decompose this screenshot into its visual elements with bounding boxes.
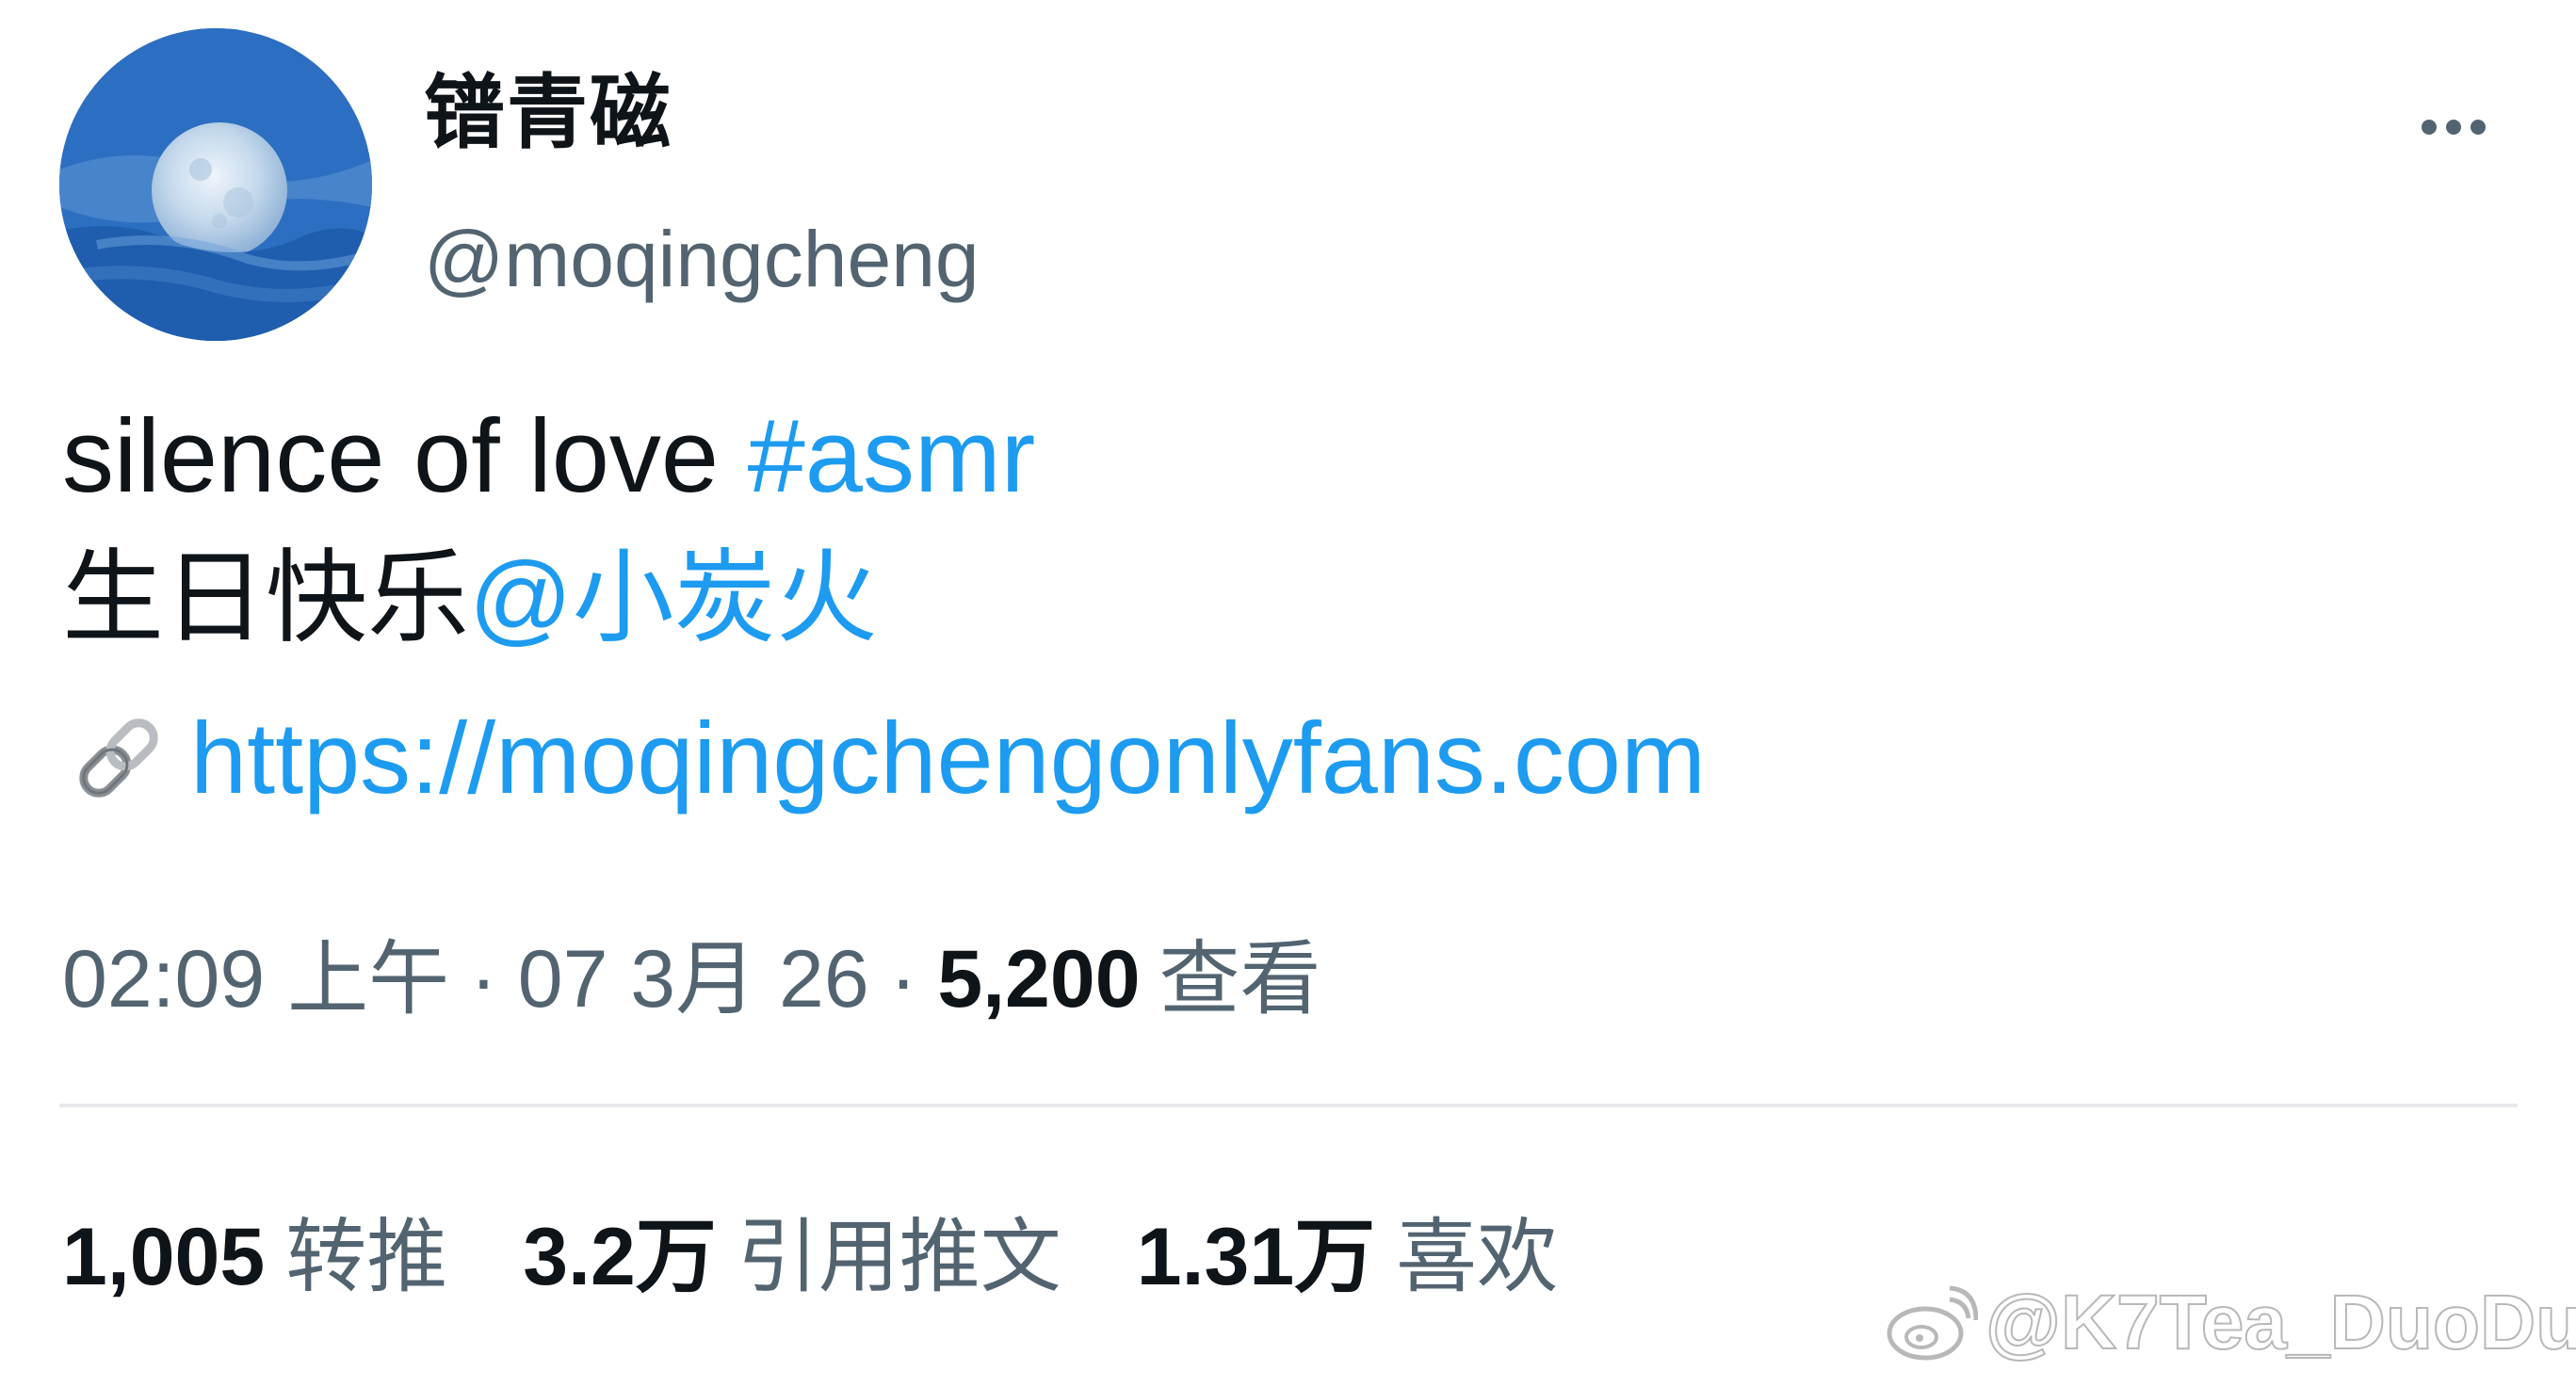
weibo-logo-icon [1887,1285,1978,1361]
quotes-label: 引用推文 [737,1212,1061,1302]
retweets-stat[interactable]: 1,005 转推 [62,1205,447,1309]
tweet-card: 镨青磁 @moqingcheng silence of love #asmr 生… [0,0,2576,1387]
divider [59,1104,2518,1107]
more-options-icon[interactable] [2406,104,2501,151]
post-text-line-2: 生日快乐@小炭火 [62,537,878,659]
retweets-label: 转推 [285,1212,448,1302]
link-chain-icon [79,718,158,798]
quotes-count: 3.2万 [523,1212,717,1302]
watermark-text: @K7Tea_DuoDuo [1985,1279,2576,1366]
post-date[interactable]: 07 3月 26 [518,934,869,1024]
meta-separator: · [470,934,497,1024]
user-handle[interactable]: @moqingcheng [424,212,980,306]
engagement-stats: 1,005 转推 3.2万 引用推文 1.31万 喜欢 [62,1205,1633,1309]
more-dot [2422,120,2437,135]
post-time[interactable]: 02:09 上午 [62,934,449,1024]
post-link-row: https://moqingchengonlyfans.com [62,697,1706,819]
watermark: @K7Tea_DuoDuo [1884,1276,2576,1370]
post-text-cn: 生日快乐 [62,540,470,654]
likes-stat[interactable]: 1.31万 喜欢 [1137,1205,1558,1309]
likes-label: 喜欢 [1396,1212,1559,1302]
meta-separator: · [889,934,917,1024]
post-metadata: 02:09 上午 · 07 3月 26 · 5,200 查看 [62,927,1321,1031]
hashtag-link[interactable]: #asmr [748,398,1036,514]
more-dot [2471,120,2486,135]
likes-count: 1.31万 [1136,1212,1376,1302]
moon-avatar-image [59,28,372,341]
post-url-link[interactable]: https://moqingchengonlyfans.com [190,697,1706,819]
views-label: 查看 [1158,934,1321,1024]
retweets-count: 1,005 [62,1212,266,1302]
post-text: silence of love [62,398,748,514]
more-dot [2446,120,2461,135]
quotes-stat[interactable]: 3.2万 引用推文 [523,1205,1061,1309]
display-name[interactable]: 镨青磁 [424,66,672,160]
views-count: 5,200 [937,934,1141,1024]
avatar[interactable] [59,28,372,341]
mention-link[interactable]: @小炭火 [469,540,878,654]
post-text-line-1: silence of love #asmr [62,395,1035,518]
